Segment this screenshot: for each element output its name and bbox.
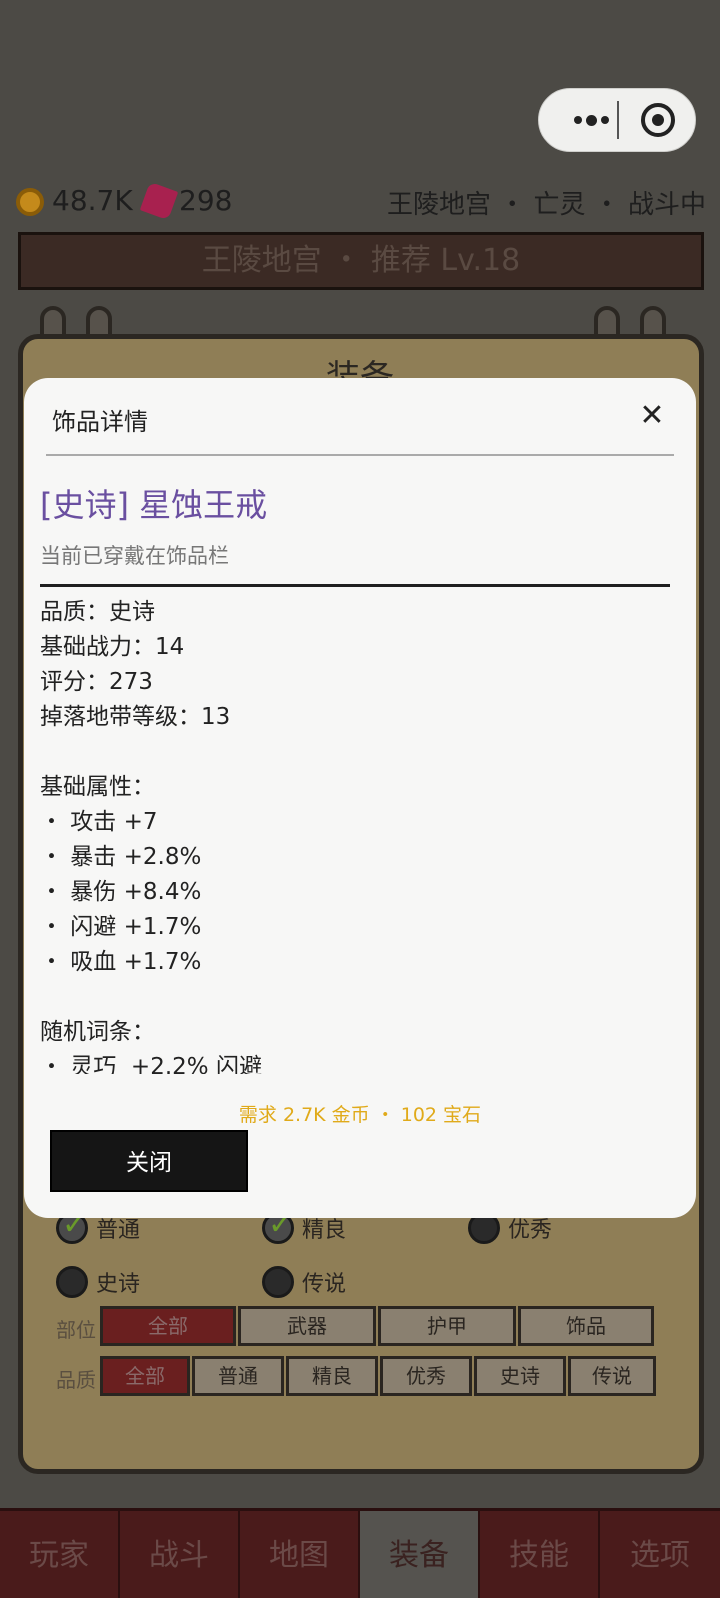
slot-option-weapon[interactable]: 武器 xyxy=(238,1306,376,1346)
close-miniprogram-icon[interactable] xyxy=(641,103,675,137)
cost-requirement: 需求 2.7K 金币 ・ 102 宝石 xyxy=(238,1104,482,1126)
slot-filter-label: 部位 xyxy=(56,1318,96,1342)
detail-line: ・ 灵巧 +2.2% 闪避 xyxy=(40,1054,262,1074)
tab-skills[interactable]: 技能 xyxy=(480,1511,600,1598)
slot-option-all[interactable]: 全部 xyxy=(100,1306,236,1346)
coin-count: 48.7K xyxy=(52,184,133,217)
detail-line: 基础战力：14 xyxy=(40,634,185,660)
quality-option-all[interactable]: 全部 xyxy=(100,1356,190,1396)
quality-option-legend[interactable]: 传说 xyxy=(568,1356,656,1396)
item-equip-status: 当前已穿戴在饰品栏 xyxy=(40,540,670,587)
checkbox-unchecked-icon xyxy=(262,1266,294,1298)
slot-option-armor[interactable]: 护甲 xyxy=(378,1306,516,1346)
detail-line: ・ 吸血 +1.7% xyxy=(40,949,202,975)
detail-line: 评分：273 xyxy=(40,669,153,695)
close-button[interactable]: 关闭 xyxy=(50,1130,248,1192)
gem-icon xyxy=(139,181,179,221)
checkbox-label: 传说 xyxy=(302,1272,347,1297)
status-row: 48.7K 298 王陵地宫 ・ 亡灵 ・ 战斗中 xyxy=(16,181,706,224)
detail-line: 掉落地带等级：13 xyxy=(40,704,231,730)
gem-count: 298 xyxy=(179,184,233,217)
tab-options[interactable]: 选项 xyxy=(600,1511,720,1598)
dialog-title: 饰品详情 xyxy=(52,408,148,436)
quality-filter-label: 品质 xyxy=(56,1368,96,1392)
item-detail-lines: 品质：史诗 基础战力：14 评分：273 掉落地带等级：13 基础属性： ・ 攻… xyxy=(40,595,680,1074)
tab-battle[interactable]: 战斗 xyxy=(120,1511,240,1598)
checkbox-unchecked-icon xyxy=(56,1266,88,1298)
detail-line: 品质：史诗 xyxy=(40,599,155,625)
more-menu-icon[interactable] xyxy=(561,89,621,151)
slot-option-accessory[interactable]: 饰品 xyxy=(518,1306,654,1346)
dialog-divider xyxy=(46,454,674,456)
close-icon[interactable]: ✕ xyxy=(634,398,670,434)
filter-area: 普通 精良 优秀 史诗 传说 部位 全部 武器 护甲 饰品 品质 全部 普通 精… xyxy=(40,1207,680,1450)
detail-line: 基础属性： xyxy=(40,774,155,800)
checkbox-label: 史诗 xyxy=(96,1272,141,1297)
capsule-separator xyxy=(617,101,619,139)
location-status: 王陵地宫 ・ 亡灵 ・ 战斗中 xyxy=(386,190,706,220)
detail-spacer xyxy=(40,735,680,770)
detail-spacer xyxy=(40,980,680,1015)
quality-option-excellent[interactable]: 优秀 xyxy=(380,1356,472,1396)
detail-line: ・ 暴伤 +8.4% xyxy=(40,879,202,905)
tab-map[interactable]: 地图 xyxy=(240,1511,360,1598)
filter-checkbox-epic[interactable]: 史诗 xyxy=(56,1264,140,1300)
quality-option-fine[interactable]: 精良 xyxy=(286,1356,378,1396)
bottom-tab-bar: 玩家 战斗 地图 装备 技能 选项 xyxy=(0,1508,720,1598)
quality-option-epic[interactable]: 史诗 xyxy=(474,1356,566,1396)
filter-checkbox-legend[interactable]: 传说 xyxy=(262,1264,346,1300)
detail-line: ・ 闪避 +1.7% xyxy=(40,914,202,940)
detail-line: ・ 暴击 +2.8% xyxy=(40,844,202,870)
item-detail-dialog: 饰品详情 ✕ [史诗] 星蚀王戒 当前已穿戴在饰品栏 品质：史诗 基础战力：14… xyxy=(24,378,696,1218)
item-detail-scroll[interactable]: [史诗] 星蚀王戒 当前已穿戴在饰品栏 品质：史诗 基础战力：14 评分：273… xyxy=(40,474,680,1074)
item-name: [史诗] 星蚀王戒 xyxy=(40,486,268,524)
dungeon-banner: 王陵地宫 ・ 推荐 Lv.18 xyxy=(18,232,704,290)
tab-player[interactable]: 玩家 xyxy=(0,1511,120,1598)
detail-line: ・ 攻击 +7 xyxy=(40,809,158,835)
quality-option-normal[interactable]: 普通 xyxy=(192,1356,284,1396)
tab-equipment[interactable]: 装备 xyxy=(360,1511,480,1598)
miniprogram-capsule xyxy=(538,88,696,152)
coin-icon xyxy=(16,188,44,216)
detail-line: 随机词条： xyxy=(40,1019,155,1045)
